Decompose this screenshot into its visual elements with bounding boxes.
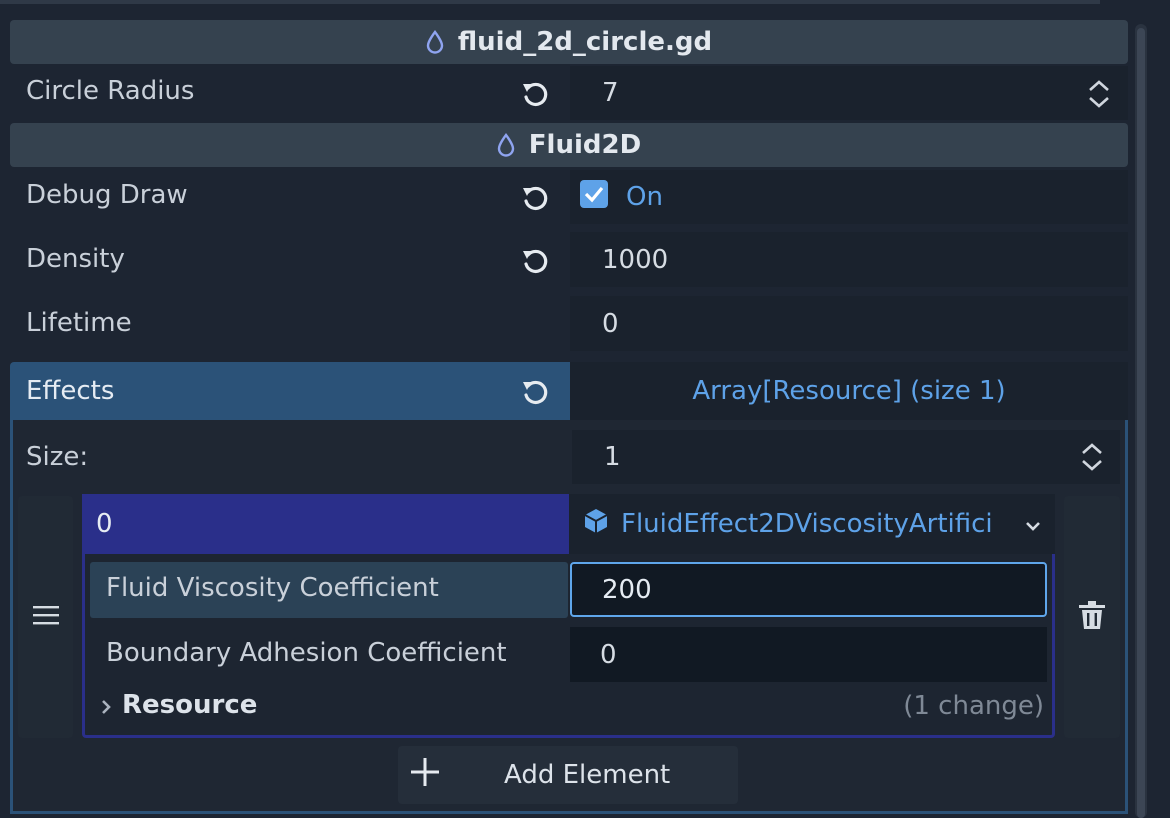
hamburger-icon[interactable] bbox=[32, 605, 59, 629]
cube-icon bbox=[583, 507, 609, 542]
lifetime-field[interactable]: 0 bbox=[570, 296, 1128, 351]
debug-draw-label: Debug Draw bbox=[26, 180, 188, 210]
fluid-viscosity-label: Fluid Viscosity Coefficient bbox=[106, 573, 439, 603]
water-drop-icon bbox=[497, 133, 515, 157]
effects-summary: Array[Resource] (size 1) bbox=[692, 376, 1006, 406]
fluid-viscosity-value: 200 bbox=[602, 574, 652, 605]
density-field[interactable]: 1000 bbox=[570, 232, 1128, 287]
boundary-adhesion-value: 0 bbox=[600, 639, 617, 670]
resource-name: FluidEffect2DViscosityArtifici bbox=[621, 509, 993, 539]
plus-icon bbox=[410, 757, 440, 794]
script-section-header[interactable]: fluid_2d_circle.gd bbox=[10, 20, 1128, 64]
debug-draw-checkbox[interactable]: On bbox=[570, 170, 1128, 224]
spin-arrows-icon[interactable] bbox=[1080, 442, 1104, 476]
boundary-adhesion-input[interactable]: 0 bbox=[570, 627, 1047, 682]
delete-element-button[interactable] bbox=[1064, 496, 1120, 738]
density-value: 1000 bbox=[602, 244, 669, 275]
drag-handle[interactable] bbox=[18, 496, 73, 738]
chevron-down-icon[interactable] bbox=[1025, 509, 1041, 539]
add-element-label: Add Element bbox=[504, 760, 671, 790]
checkbox-checked-icon[interactable] bbox=[580, 179, 608, 215]
lifetime-value: 0 bbox=[602, 308, 619, 339]
array-size-value: 1 bbox=[604, 442, 621, 472]
trash-icon bbox=[1078, 600, 1106, 634]
debug-draw-value: On bbox=[626, 182, 663, 212]
effects-property-row[interactable]: Effects bbox=[10, 362, 570, 420]
add-element-button[interactable]: Add Element bbox=[398, 746, 738, 804]
revert-icon[interactable] bbox=[520, 377, 550, 407]
spin-arrows-icon[interactable] bbox=[1087, 79, 1111, 113]
fluid-viscosity-input[interactable]: 200 bbox=[570, 562, 1047, 617]
array-size-spinbox[interactable]: 1 bbox=[572, 430, 1120, 484]
class-title: Fluid2D bbox=[528, 130, 642, 160]
element-index: 0 bbox=[96, 509, 113, 539]
top-divider bbox=[0, 0, 1100, 4]
revert-icon[interactable] bbox=[520, 79, 550, 109]
circle-radius-label: Circle Radius bbox=[26, 76, 195, 106]
density-label: Density bbox=[26, 244, 125, 274]
circle-radius-value: 7 bbox=[602, 78, 619, 108]
circle-radius-spinbox[interactable]: 7 bbox=[570, 66, 1128, 120]
resource-changes-count: (1 change) bbox=[903, 691, 1044, 721]
chevron-right-icon[interactable] bbox=[100, 698, 112, 720]
revert-icon[interactable] bbox=[520, 183, 550, 213]
effects-label: Effects bbox=[26, 376, 115, 406]
script-title: fluid_2d_circle.gd bbox=[457, 27, 713, 57]
scrollbar-thumb[interactable] bbox=[1137, 28, 1145, 818]
lifetime-label: Lifetime bbox=[26, 308, 132, 338]
class-section-header[interactable]: Fluid2D bbox=[10, 123, 1128, 167]
boundary-adhesion-label: Boundary Adhesion Coefficient bbox=[106, 638, 507, 668]
resource-picker[interactable]: FluidEffect2DViscosityArtifici bbox=[569, 494, 1055, 554]
element-index-header[interactable]: 0 bbox=[82, 494, 569, 554]
water-drop-icon bbox=[426, 30, 444, 54]
effects-array-toggle[interactable]: Array[Resource] (size 1) bbox=[570, 362, 1128, 420]
size-label: Size: bbox=[26, 442, 89, 472]
resource-group-label[interactable]: Resource bbox=[122, 690, 257, 720]
revert-icon[interactable] bbox=[520, 246, 550, 276]
